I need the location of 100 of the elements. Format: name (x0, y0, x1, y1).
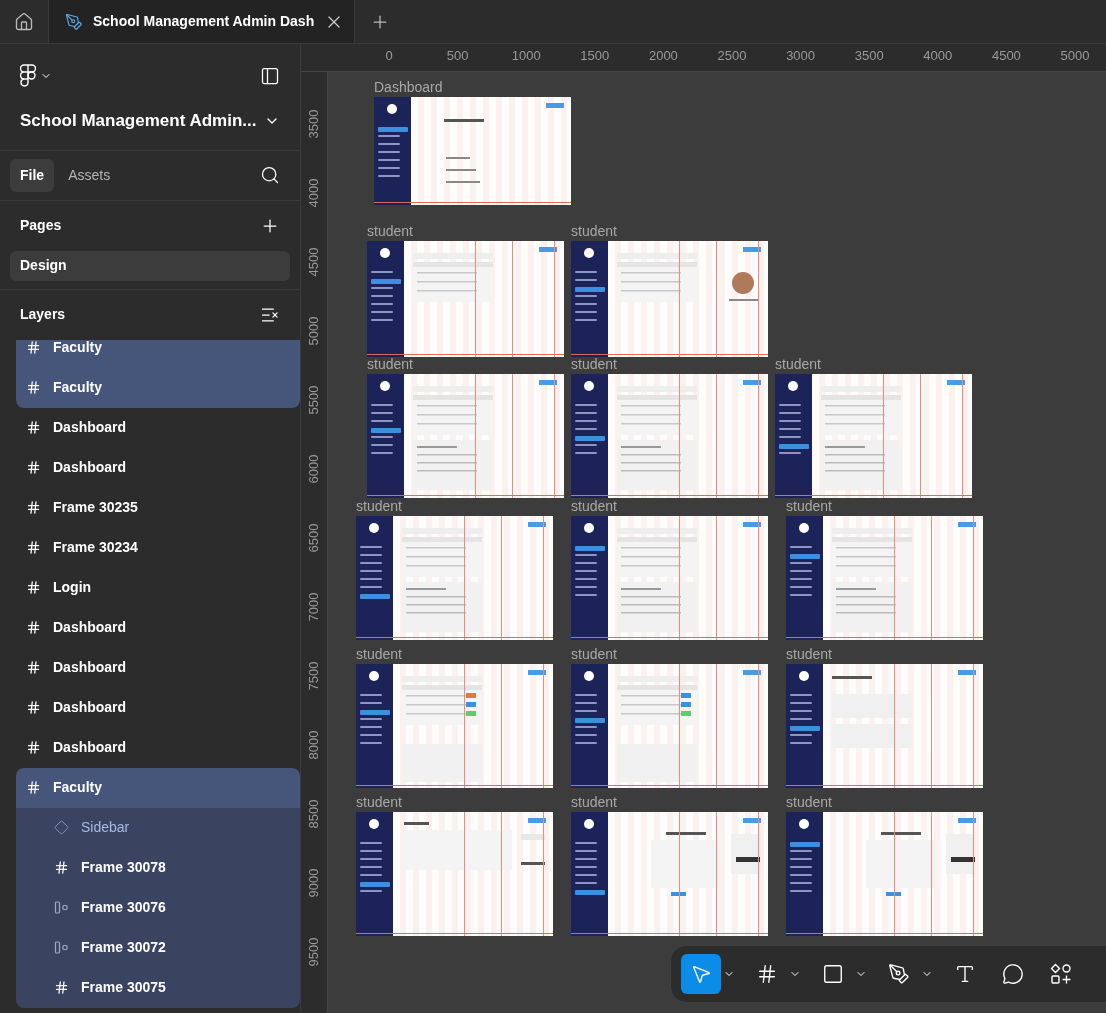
pages-heading: Pages (20, 216, 62, 235)
auto-layout-icon (54, 940, 69, 955)
ruler-label: 3500 (854, 47, 884, 65)
panel-tab[interactable]: File (10, 158, 55, 192)
ruler-label: 2500 (717, 47, 747, 65)
frame-label[interactable]: student (786, 496, 983, 516)
ruler-label: 5000 (305, 316, 323, 346)
ruler-label: 7000 (305, 592, 323, 622)
pen-icon (888, 963, 910, 985)
layers-heading: Layers (20, 305, 66, 324)
frame-label[interactable]: student (356, 792, 553, 812)
frame-icon (54, 860, 69, 875)
frame-label[interactable]: student (571, 221, 768, 241)
layer-name: Frame 30076 (81, 898, 166, 917)
layer-name: Dashboard (53, 458, 127, 477)
auto-layout-icon (54, 900, 69, 915)
layer-row[interactable]: Dashboard (16, 607, 300, 648)
frame-icon (26, 380, 41, 395)
frame-icon (26, 580, 41, 595)
layer-row[interactable]: Frame 30078 (16, 847, 300, 888)
frame-label[interactable]: student (775, 354, 972, 374)
sidebar-toggle-icon[interactable] (260, 66, 280, 86)
layer-row[interactable]: Login (16, 567, 300, 608)
layer-row[interactable]: Faculty (16, 367, 300, 408)
text-icon (954, 963, 976, 985)
layer-row[interactable]: Frame 30235 (16, 487, 300, 528)
ruler-label: 5500 (305, 385, 323, 415)
frame-icon (54, 980, 69, 995)
layer-row[interactable]: Frame 30075 (16, 967, 300, 1008)
ruler-label: 1500 (580, 47, 610, 65)
ruler-label: 4500 (991, 47, 1021, 65)
layer-name: Dashboard (53, 738, 127, 757)
ruler-label: 9000 (305, 868, 323, 898)
shapes-icon (1050, 963, 1072, 985)
layer-row[interactable]: Frame 30234 (16, 527, 300, 568)
frame-icon (26, 500, 41, 515)
layer-row[interactable]: Dashboard (16, 447, 300, 488)
frame-icon (26, 780, 41, 795)
layer-name: Dashboard (53, 618, 127, 637)
layer-row[interactable]: Dashboard (16, 687, 300, 728)
document-tab[interactable]: School Management Admin Dash (49, 0, 355, 43)
ruler-label: 9500 (305, 937, 323, 967)
layer-row[interactable]: Faculty (16, 339, 300, 368)
ruler-label: 7500 (305, 661, 323, 691)
frame-label[interactable]: student (571, 644, 768, 664)
layer-row[interactable]: Dashboard (16, 407, 300, 448)
layer-name: Faculty (53, 339, 102, 357)
ruler-label: 8000 (305, 730, 323, 760)
layer-row[interactable]: Frame 30076 (16, 887, 300, 928)
frame-label[interactable]: student (786, 644, 983, 664)
frame-label[interactable]: student (356, 496, 553, 516)
frame-label[interactable]: student (356, 644, 553, 664)
pen-icon (65, 12, 83, 31)
panel-tab[interactable]: Assets (58, 158, 121, 192)
ruler-label: 2000 (648, 47, 678, 65)
ruler-label: 3000 (786, 47, 816, 65)
ruler-label: 6000 (305, 454, 323, 484)
layer-name: Sidebar (81, 818, 130, 837)
ruler-label: 4500 (305, 247, 323, 277)
frame-label[interactable]: student (367, 221, 564, 241)
search-icon[interactable] (260, 165, 280, 185)
layer-name: Login (53, 578, 92, 597)
layer-row[interactable]: Dashboard (16, 647, 300, 688)
frame-icon (26, 620, 41, 635)
frame-icon (756, 963, 778, 985)
tab-title: School Management Admin Dash (93, 12, 315, 31)
frame-label[interactable]: student (571, 792, 768, 812)
frame-label[interactable]: Dashboard (374, 77, 571, 97)
layer-row[interactable]: Dashboard (16, 727, 300, 768)
ruler-label: 8500 (305, 799, 323, 829)
frame-icon (26, 420, 41, 435)
page-item[interactable]: Design (10, 250, 290, 281)
layer-name: Frame 30075 (81, 978, 166, 997)
frame-icon (26, 340, 41, 355)
frame-label[interactable]: student (786, 792, 983, 812)
figma-logo-icon (20, 64, 36, 88)
ruler-label: 4000 (923, 47, 953, 65)
ruler-label: 5000 (1060, 47, 1090, 65)
frame-label[interactable]: student (367, 354, 564, 374)
frame-icon (26, 460, 41, 475)
frame-icon (26, 660, 41, 675)
frame-icon (26, 700, 41, 715)
layer-row[interactable]: Faculty (16, 767, 300, 808)
layer-name: Frame 30235 (53, 498, 138, 517)
layer-name: Frame 30078 (81, 858, 166, 877)
ruler-label: 6500 (305, 523, 323, 553)
layer-row[interactable]: Frame 30072 (16, 927, 300, 968)
comment-icon (1002, 963, 1024, 985)
ruler-label: 4000 (305, 178, 323, 208)
frame-label[interactable]: student (571, 354, 768, 374)
frame-label[interactable]: student (571, 496, 768, 516)
layer-name: Frame 30072 (81, 938, 166, 957)
layer-row[interactable]: Sidebar (16, 807, 300, 848)
frame-icon (26, 740, 41, 755)
ruler-label: 3500 (305, 109, 323, 139)
layer-name: Faculty (53, 778, 102, 797)
rectangle-icon (822, 963, 844, 985)
diamond-icon (54, 820, 69, 835)
layer-name: Dashboard (53, 418, 127, 437)
project-title[interactable]: School Management Admin... (20, 108, 257, 134)
